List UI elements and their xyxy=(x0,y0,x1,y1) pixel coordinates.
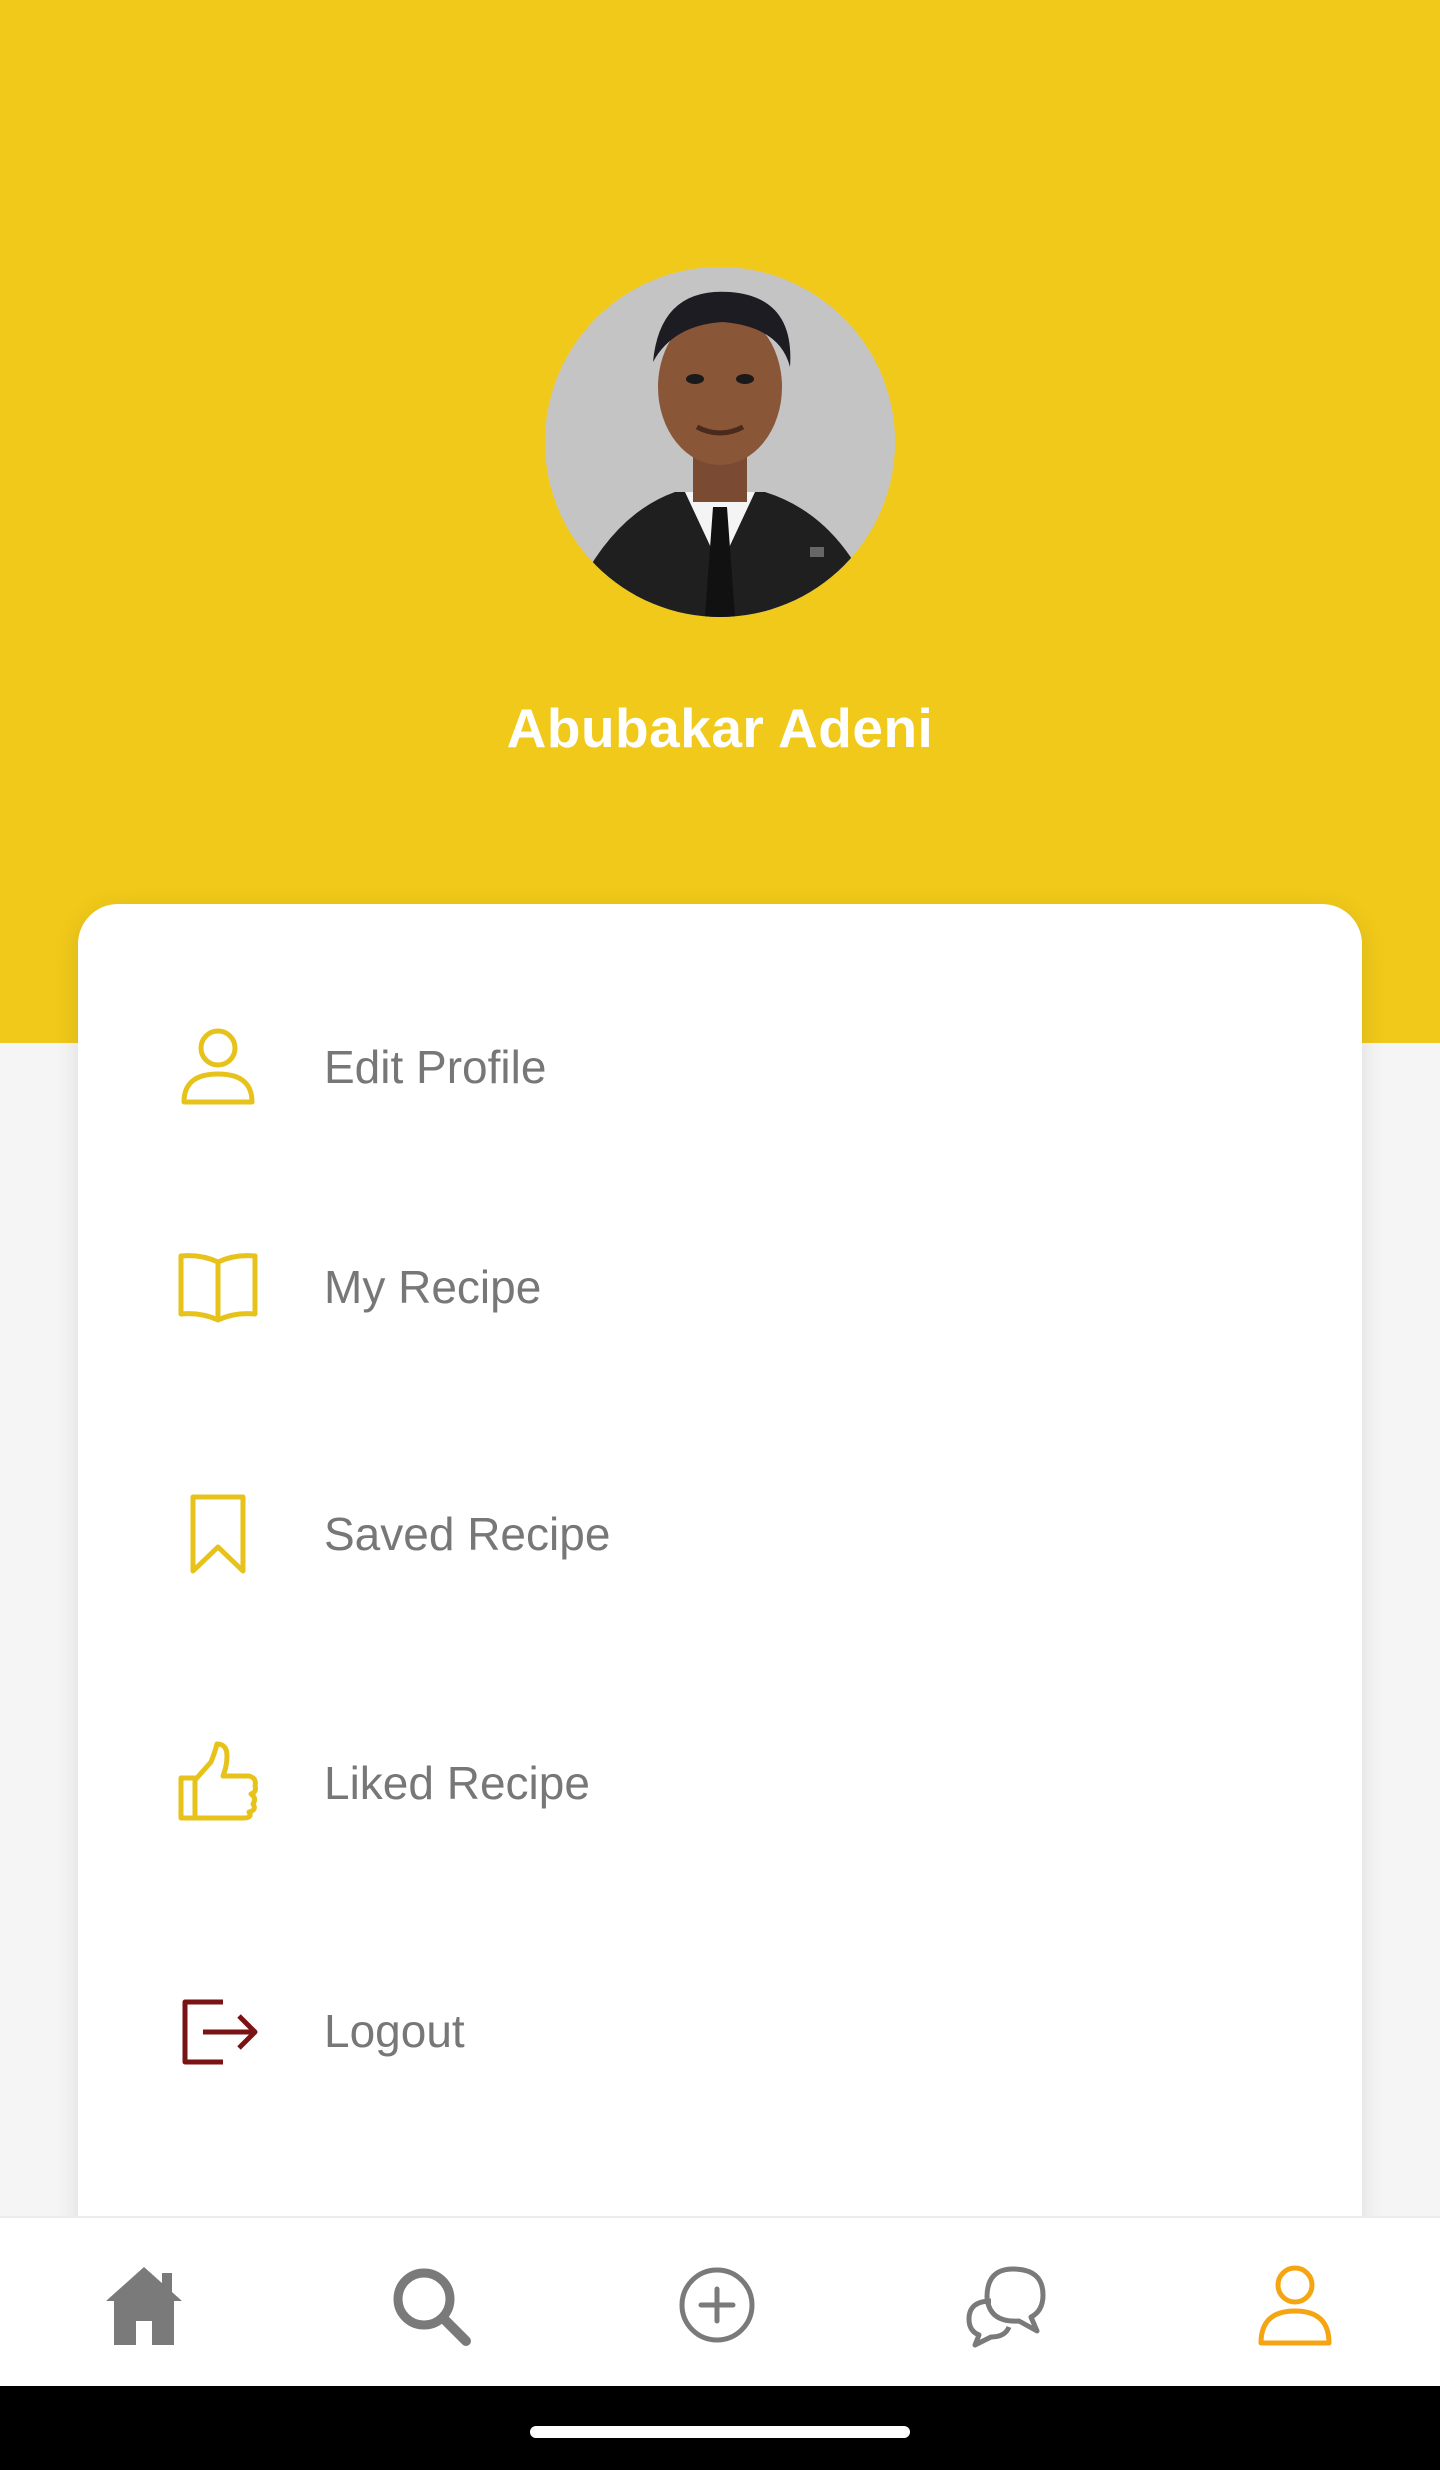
menu-item-label: Edit Profile xyxy=(324,1041,547,1093)
profile-screen: Abubakar Adeni Edit Profile My Recipe Sa… xyxy=(0,0,1440,2470)
avatar[interactable] xyxy=(545,267,895,617)
profile-name: Abubakar Adeni xyxy=(506,697,934,759)
avatar-image xyxy=(545,267,895,617)
menu-item-label: Saved Recipe xyxy=(324,1508,611,1560)
nav-profile[interactable] xyxy=(1250,2260,1340,2350)
person-icon xyxy=(1258,2265,1332,2346)
menu-item-label: My Recipe xyxy=(324,1261,542,1313)
menu-item-label: Logout xyxy=(324,2005,465,2057)
home-icon xyxy=(106,2267,182,2345)
person-icon xyxy=(173,1022,263,1112)
add-circle-icon xyxy=(679,2267,755,2343)
nav-home[interactable] xyxy=(99,2260,189,2350)
nav-search[interactable] xyxy=(385,2260,475,2350)
menu-item-label: Liked Recipe xyxy=(324,1757,590,1809)
menu-item-my-recipe[interactable]: My Recipe xyxy=(78,1212,1362,1362)
logout-icon xyxy=(173,1986,263,2076)
system-navigation-bar xyxy=(0,2386,1440,2470)
nav-add[interactable] xyxy=(672,2260,762,2350)
bookmark-icon xyxy=(173,1489,263,1579)
bottom-navigation xyxy=(0,2216,1440,2386)
thumbs-up-icon xyxy=(173,1738,263,1828)
menu-item-saved-recipe[interactable]: Saved Recipe xyxy=(78,1459,1362,1609)
menu-item-edit-profile[interactable]: Edit Profile xyxy=(78,992,1362,1142)
nav-chat[interactable] xyxy=(960,2260,1050,2350)
menu-item-liked-recipe[interactable]: Liked Recipe xyxy=(78,1708,1362,1858)
open-book-icon xyxy=(173,1242,263,1332)
search-icon xyxy=(393,2268,471,2346)
menu-item-logout[interactable]: Logout xyxy=(78,1956,1362,2106)
chat-bubbles-icon xyxy=(966,2266,1046,2348)
home-indicator[interactable] xyxy=(530,2426,910,2438)
